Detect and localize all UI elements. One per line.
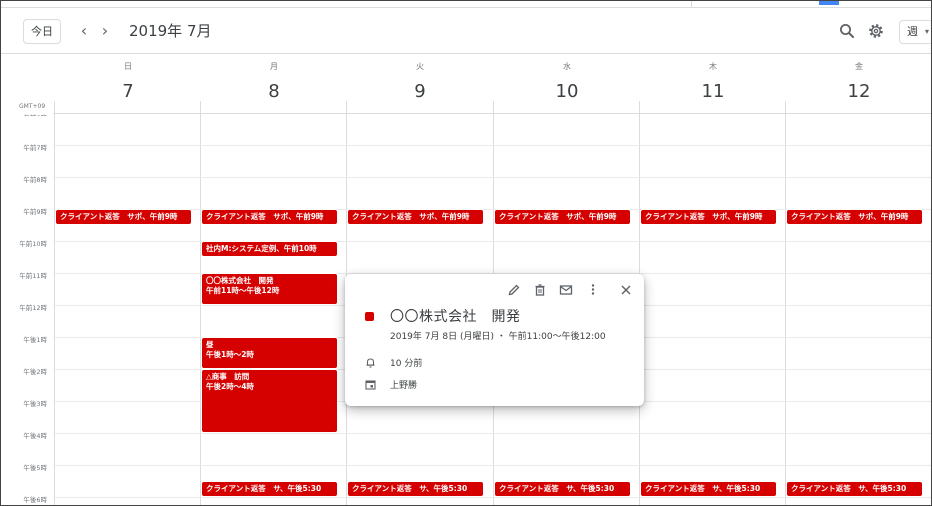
event-time: 午前11時～午後12時 — [206, 286, 280, 295]
header-divider — [1, 53, 931, 54]
prev-week-button[interactable]: ‹ — [75, 21, 93, 41]
event-title: 〇〇株式会社 開発 — [206, 276, 274, 285]
hour-line — [53, 465, 931, 466]
time-label: 午前12時 — [19, 304, 47, 312]
event-client-reply-am[interactable]: クライアント返答 サポ、午前9時 — [494, 209, 631, 225]
day-number[interactable]: 8 — [201, 81, 347, 102]
top-badge — [819, 1, 839, 5]
view-select[interactable]: 週 ▾ — [899, 20, 931, 44]
event-visit[interactable]: △商事 訪問 午後2時～4時 — [201, 369, 338, 433]
more-icon[interactable] — [586, 283, 600, 297]
event-title: 昼 — [206, 340, 214, 349]
event-client-reply-am[interactable]: クライアント返答 サポ、午前9時 — [55, 209, 192, 225]
day-of-week: 水 — [563, 62, 571, 71]
time-label: 午後1時 — [23, 336, 47, 344]
top-strip — [1, 1, 931, 9]
event-client-reply-am[interactable]: クライアント返答 サポ、午前9時 — [201, 209, 338, 225]
event-client-reply-am[interactable]: クライアント返答 サポ、午前9時 — [347, 209, 484, 225]
event-client-reply-pm[interactable]: クライアント返答 サ、午後5:30 — [494, 481, 631, 497]
time-label: 午前10時 — [19, 240, 47, 248]
time-label: 午前7時 — [23, 144, 47, 152]
event-client-reply-pm[interactable]: クライアント返答 サ、午後5:30 — [640, 481, 777, 497]
hour-line — [53, 177, 931, 178]
time-label: 午後6時 — [23, 496, 47, 504]
month-title: 2019年 7月 — [129, 22, 212, 40]
chevron-down-icon: ▾ — [925, 27, 930, 36]
next-week-button[interactable]: › — [96, 21, 114, 41]
email-icon[interactable] — [559, 283, 573, 297]
time-label: 午後4時 — [23, 432, 47, 440]
view-select-label: 週 — [907, 25, 918, 38]
event-color-swatch — [365, 312, 374, 321]
close-icon[interactable] — [619, 283, 633, 297]
day-header-sun[interactable]: 日 7 — [55, 61, 201, 102]
delete-icon[interactable] — [533, 283, 547, 297]
gear-icon[interactable] — [867, 22, 885, 40]
day-of-week: 日 — [124, 62, 132, 71]
event-client-reply-pm[interactable]: クライアント返答 サ、午後5:30 — [201, 481, 338, 497]
calendar-icon — [365, 379, 376, 390]
event-client-reply-pm[interactable]: クライアント返答 サ、午後5:30 — [347, 481, 484, 497]
day-separator — [785, 101, 786, 505]
day-header-mon[interactable]: 月 8 — [201, 61, 347, 102]
time-label: 午前6時 — [7, 112, 47, 116]
time-label: 午前11時 — [19, 272, 47, 280]
day-of-week: 火 — [416, 62, 424, 71]
top-divider — [1, 7, 931, 8]
event-dev-selected[interactable]: 〇〇株式会社 開発 午前11時～午後12時 — [201, 273, 338, 305]
day-number[interactable]: 11 — [640, 81, 786, 102]
calendar-owner: 上野勝 — [390, 381, 418, 391]
today-button[interactable]: 今日 — [23, 19, 61, 44]
hour-line — [53, 497, 931, 498]
hour-line — [53, 241, 931, 242]
reminder-text: 10 分前 — [390, 359, 423, 369]
day-number[interactable]: 12 — [786, 81, 931, 102]
time-label: 午前9時 — [23, 208, 47, 216]
bell-icon — [365, 357, 376, 368]
popup-datetime: 2019年 7月 8日 (月曜日) ・ 午前11:00～午後12:00 — [390, 332, 606, 342]
event-internal-meeting[interactable]: 社内M:システム定例、午前10時 — [201, 241, 338, 257]
time-label: 午後3時 — [23, 400, 47, 408]
event-time: 午後2時～4時 — [206, 382, 254, 391]
time-label: 午後2時 — [23, 368, 47, 376]
event-detail-popup: 〇〇株式会社 開発 2019年 7月 8日 (月曜日) ・ 午前11:00～午後… — [345, 274, 644, 406]
day-number[interactable]: 7 — [55, 81, 201, 102]
day-number[interactable]: 10 — [494, 81, 640, 102]
event-time: 午後1時～2時 — [206, 350, 254, 359]
event-lunch[interactable]: 昼 午後1時～2時 — [201, 337, 338, 369]
timezone-label: GMT+09 — [19, 103, 46, 110]
day-header-wed[interactable]: 水 10 — [494, 61, 640, 102]
hour-line — [53, 145, 931, 146]
edit-icon[interactable] — [507, 283, 521, 297]
day-header-fri[interactable]: 金 12 — [786, 61, 931, 102]
day-header-tue[interactable]: 火 9 — [347, 61, 493, 102]
time-label: 午前8時 — [23, 176, 47, 184]
event-client-reply-am[interactable]: クライアント返答 サポ、午前9時 — [786, 209, 923, 225]
calendar-window: 今日 ‹ › 2019年 7月 週 ▾ 日 7 月 8 火 9 水 10 木 1… — [0, 0, 932, 506]
day-header-thu[interactable]: 木 11 — [640, 61, 786, 102]
day-separator — [54, 101, 55, 505]
event-title: △商事 訪問 — [206, 372, 250, 381]
day-of-week: 金 — [855, 62, 863, 71]
grid-top-line — [53, 113, 931, 114]
event-client-reply-am[interactable]: クライアント返答 サポ、午前9時 — [640, 209, 777, 225]
day-number[interactable]: 9 — [347, 81, 493, 102]
hour-line — [53, 433, 931, 434]
day-of-week: 木 — [709, 62, 717, 71]
search-icon[interactable] — [838, 22, 856, 40]
popup-title: 〇〇株式会社 開発 — [390, 309, 521, 325]
day-of-week: 月 — [270, 62, 278, 71]
time-label: 午後5時 — [23, 464, 47, 472]
event-client-reply-pm[interactable]: クライアント返答 サ、午後5:30 — [786, 481, 923, 497]
top-tick — [691, 1, 692, 8]
